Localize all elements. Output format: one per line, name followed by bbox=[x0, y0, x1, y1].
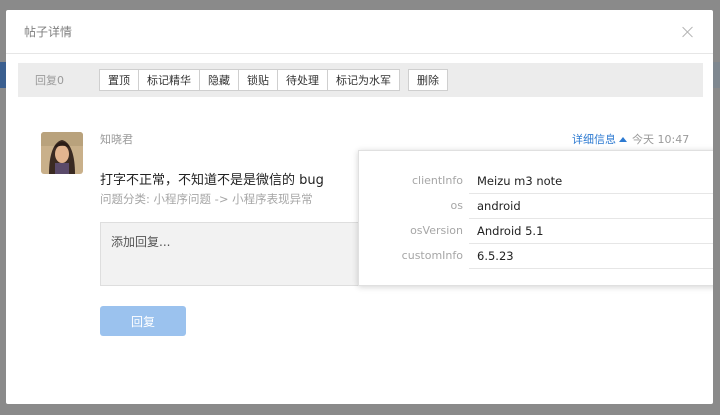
detail-row: os android bbox=[359, 193, 713, 218]
hide-button[interactable]: 隐藏 bbox=[199, 69, 239, 91]
detail-info-popover: clientInfo Meizu m3 note os android osVe… bbox=[358, 150, 713, 286]
caret-up-icon bbox=[619, 136, 627, 142]
detail-key: os bbox=[450, 199, 463, 212]
detail-value: Android 5.1 bbox=[477, 223, 544, 238]
detail-value: android bbox=[477, 198, 521, 213]
pin-button[interactable]: 置顶 bbox=[99, 69, 139, 91]
detail-key: customInfo bbox=[401, 249, 463, 262]
modal-header: 帖子详情 bbox=[6, 10, 713, 54]
detail-info-label: 详细信息 bbox=[572, 133, 616, 146]
lock-button[interactable]: 锁贴 bbox=[238, 69, 278, 91]
detail-key: osVersion bbox=[410, 224, 463, 237]
pending-button[interactable]: 待处理 bbox=[277, 69, 328, 91]
reply-count: 回复0 bbox=[35, 74, 64, 87]
post-category: 问题分类: 小程序问题 -> 小程序表现异常 bbox=[100, 192, 313, 206]
close-icon[interactable] bbox=[681, 25, 695, 39]
detail-key: clientInfo bbox=[411, 174, 463, 187]
detail-row: osVersion Android 5.1 bbox=[359, 218, 713, 243]
avatar bbox=[41, 132, 83, 174]
modal-title: 帖子详情 bbox=[24, 25, 73, 39]
mark-featured-button[interactable]: 标记精华 bbox=[138, 69, 200, 91]
mark-spam-button[interactable]: 标记为水军 bbox=[327, 69, 400, 91]
post-detail-modal: 帖子详情 回复0 置顶 标记精华 隐藏 锁贴 待处理 标记为水军 删除 知晓君 … bbox=[6, 10, 713, 404]
action-toolbar: 回复0 置顶 标记精华 隐藏 锁贴 待处理 标记为水军 删除 bbox=[18, 63, 703, 97]
divider bbox=[469, 268, 713, 269]
detail-value: 6.5.23 bbox=[477, 248, 514, 263]
detail-row: clientInfo Meizu m3 note bbox=[359, 168, 713, 193]
reply-submit-button[interactable]: 回复 bbox=[100, 306, 186, 336]
detail-info-link[interactable]: 详细信息 bbox=[572, 131, 627, 147]
action-button-group: 置顶 标记精华 隐藏 锁贴 待处理 标记为水军 bbox=[99, 69, 400, 91]
detail-row: customInfo 6.5.23 bbox=[359, 243, 713, 268]
author-name[interactable]: 知晓君 bbox=[100, 131, 133, 147]
post-content: 打字不正常，不知道不是是微信的 bug bbox=[100, 173, 324, 188]
detail-value: Meizu m3 note bbox=[477, 173, 563, 188]
delete-button[interactable]: 删除 bbox=[408, 69, 448, 91]
post-timestamp: 今天 10:47 bbox=[632, 133, 690, 146]
